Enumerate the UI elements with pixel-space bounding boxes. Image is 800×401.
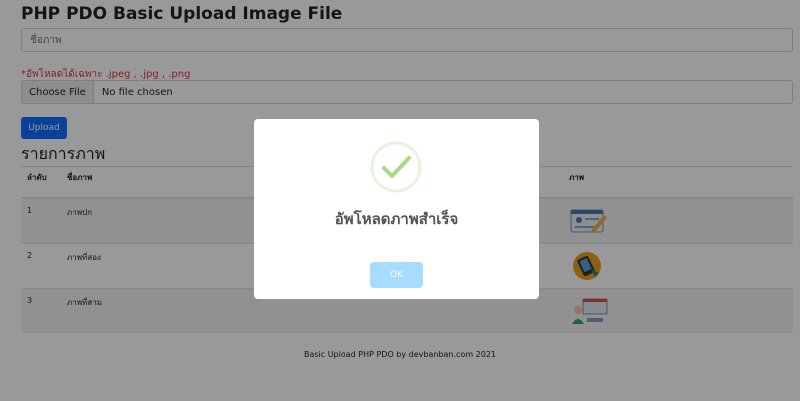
modal-title: อัพโหลดภาพสำเร็จ — [334, 210, 459, 228]
success-check-icon — [370, 141, 422, 193]
ok-button[interactable]: OK — [370, 262, 423, 288]
success-modal: อัพโหลดภาพสำเร็จ OK — [254, 119, 539, 299]
